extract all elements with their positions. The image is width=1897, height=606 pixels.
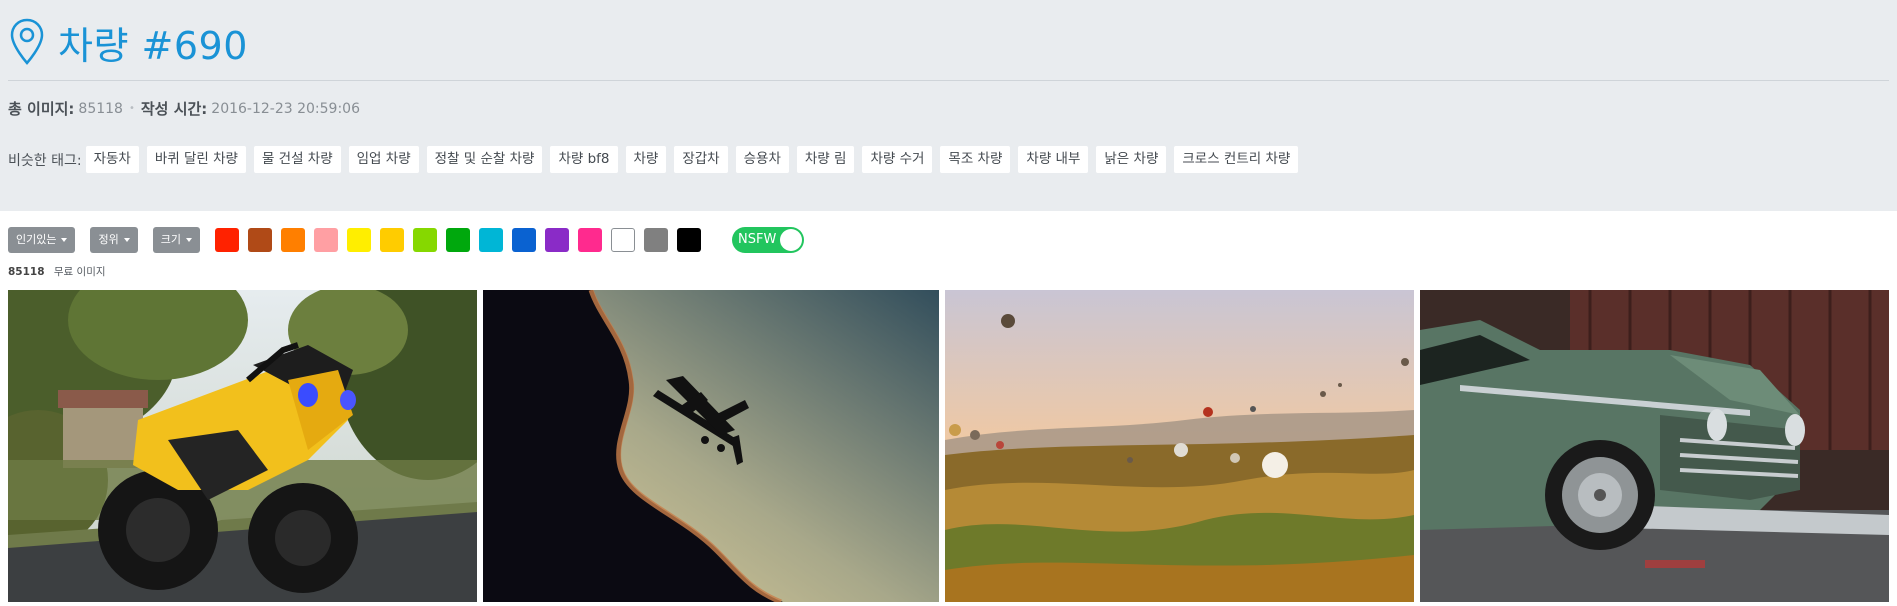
color-filter (214, 228, 710, 252)
tag-item[interactable]: 장갑차 (674, 146, 728, 173)
photo-biplane[interactable] (483, 290, 939, 602)
photo-motorcycle[interactable] (8, 290, 477, 602)
color-swatch[interactable] (610, 228, 635, 252)
color-swatch[interactable] (313, 228, 338, 252)
meta-info: 총 이미지: 85118 • 작성 시간: 2016-12-23 20:59:0… (8, 98, 360, 119)
created-time-label: 작성 시간: (140, 100, 208, 118)
nsfw-toggle[interactable]: NSFW (731, 227, 804, 253)
biplane-silhouette-photo (483, 290, 939, 602)
tag-item[interactable]: 차량 내부 (1018, 146, 1089, 173)
total-images-label: 총 이미지: (8, 100, 75, 118)
rusty-green-car-photo (1420, 290, 1889, 602)
color-swatch[interactable] (544, 228, 569, 252)
orientation-dropdown-label: 정위 (98, 233, 119, 246)
tag-item[interactable]: 차량 bf8 (550, 146, 618, 173)
color-swatch[interactable] (412, 228, 437, 252)
similar-tags: 비슷한 태그: 자동차 바퀴 달린 차량 물 건설 차량 임업 차량 정찰 및 … (8, 146, 1306, 173)
title-divider (8, 80, 1889, 81)
photo-balloons[interactable] (945, 290, 1414, 602)
tag-item[interactable]: 목조 차량 (940, 146, 1011, 173)
caret-down-icon (185, 238, 192, 242)
toggle-knob (779, 229, 802, 251)
color-swatch[interactable] (577, 228, 602, 252)
results-count: 85118 무료 이미지 (8, 264, 106, 279)
color-swatch[interactable] (247, 228, 272, 252)
image-gallery (0, 290, 1897, 602)
color-swatch[interactable] (511, 228, 536, 252)
location-pin-icon (10, 18, 44, 65)
tag-item[interactable]: 물 건설 차량 (253, 146, 341, 173)
tag-item[interactable]: 정찰 및 순찰 차량 (426, 146, 543, 173)
sort-dropdown-label: 인기있는 (16, 233, 57, 246)
color-swatch[interactable] (445, 228, 470, 252)
created-time-value: 2016-12-23 20:59:06 (211, 100, 360, 117)
tag-item[interactable]: 자동차 (85, 146, 139, 173)
total-images-value: 85118 (78, 100, 123, 117)
size-dropdown[interactable]: 크기 (152, 227, 200, 253)
caret-down-icon (61, 238, 68, 242)
tag-item[interactable]: 크로스 컨트리 차량 (1174, 146, 1299, 173)
color-swatch[interactable] (280, 228, 305, 252)
filter-toolbar: 인기있는 정위 크기 NSFW (8, 227, 804, 253)
tag-item[interactable]: 바퀴 달린 차량 (146, 146, 246, 173)
color-swatch[interactable] (346, 228, 371, 252)
nsfw-toggle-label: NSFW (737, 232, 777, 247)
photo-vintage-car[interactable] (1420, 290, 1889, 602)
tag-item[interactable]: 차량 (625, 146, 667, 173)
hot-air-balloons-photo (945, 290, 1414, 602)
title-row: 차량 #690 (8, 14, 248, 70)
yellow-motorcycle-photo (8, 290, 477, 602)
size-dropdown-label: 크기 (160, 233, 181, 246)
tag-item[interactable]: 승용차 (735, 146, 789, 173)
tag-item[interactable]: 차량 림 (796, 146, 855, 173)
orientation-dropdown[interactable]: 정위 (90, 227, 138, 253)
tag-item[interactable]: 낡은 차량 (1096, 146, 1167, 173)
color-swatch[interactable] (643, 228, 668, 252)
color-swatch[interactable] (214, 228, 239, 252)
sort-dropdown[interactable]: 인기있는 (8, 227, 76, 253)
tag-item[interactable]: 차량 수거 (862, 146, 933, 173)
results-count-label: 무료 이미지 (53, 266, 106, 278)
color-swatch[interactable] (676, 228, 701, 252)
page-header: 차량 #690 총 이미지: 85118 • 작성 시간: 2016-12-23… (0, 0, 1897, 211)
tag-item[interactable]: 임업 차량 (348, 146, 419, 173)
meta-separator: • (128, 103, 135, 114)
page-title: 차량 #690 (58, 23, 248, 68)
color-swatch[interactable] (379, 228, 404, 252)
color-swatch[interactable] (478, 228, 503, 252)
caret-down-icon (123, 238, 130, 242)
similar-tags-label: 비슷한 태그: (8, 152, 82, 169)
results-count-number: 85118 (8, 266, 45, 278)
